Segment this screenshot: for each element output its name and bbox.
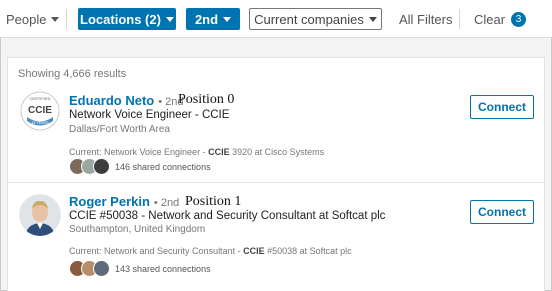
shared-connections[interactable]: 143 shared connections [69,260,211,277]
current-companies-button[interactable]: Current companies [249,8,382,30]
connection-avatar [93,260,110,277]
all-filters-label: All Filters [399,11,453,27]
profile-name-text: Roger Perkin [69,194,150,209]
current-suffix: #50038 at Softcat plc [267,246,352,256]
svg-text:15 YEARS: 15 YEARS [31,121,49,125]
profile-name[interactable]: Roger Perkin • 2nd [69,194,179,209]
current-prefix: Current: Network and Security Consultant… [69,246,241,256]
people-dropdown[interactable]: People [6,8,60,30]
all-filters-button[interactable]: All Filters [399,8,452,30]
profile-headline: CCIE #50038 - Network and Security Consu… [69,210,386,222]
connect-button[interactable]: Connect [470,200,534,224]
results-count: Showing 4,666 results [18,68,127,80]
clear-label: Clear [474,11,506,27]
chevron-down-icon [223,16,232,22]
chevron-down-icon [51,16,60,22]
divider [459,9,460,29]
degree-filter-button[interactable]: 2nd [186,8,240,30]
current-suffix: 3920 at Cisco Systems [232,147,325,157]
locations-label: Locations (2) [80,11,161,27]
ccie-badge-icon: CERTIFIED CCIE 15 YEARS [19,90,61,132]
shared-connections-text: 146 shared connections [115,161,211,172]
connect-button[interactable]: Connect [470,95,534,119]
shared-connections[interactable]: 146 shared connections [69,158,211,175]
profile-location: Dallas/Fort Worth Area [69,124,170,135]
current-position: Current: Network and Security Consultant… [69,246,352,256]
shared-connections-text: 143 shared connections [115,263,211,274]
position-annotation: Position 1 [185,194,242,209]
degree-label: 2nd [194,11,219,27]
people-label: People [6,11,47,27]
clear-count-badge: 3 [511,11,527,27]
profile-photo-icon [19,194,61,236]
position-annotation: Position 0 [178,92,235,107]
profile-headline: Network Voice Engineer - CCIE [69,109,230,121]
profile-name-text: Eduardo Neto [69,93,155,108]
connection-degree: • 2nd [153,197,180,209]
profile-location: Southampton, United Kingdom [69,224,206,235]
current-position: Current: Network Voice Engineer - CCIE 3… [69,147,324,157]
results-panel: Showing 4,666 results CERTIFIED CCIE 15 … [7,57,545,291]
divider [66,9,67,29]
result-item: CERTIFIED CCIE 15 YEARS Eduardo Neto • 2n… [8,85,544,183]
current-highlight: CCIE [208,147,230,157]
result-item: Roger Perkin • 2nd Position 1 CCIE #50038… [8,184,544,291]
connection-avatar [93,158,110,175]
profile-name[interactable]: Eduardo Neto • 2nd [69,93,184,108]
current-highlight: CCIE [243,246,265,256]
avatar[interactable] [19,194,61,236]
avatar[interactable]: CERTIFIED CCIE 15 YEARS [19,90,61,132]
clear-filters-button[interactable]: Clear 3 [474,8,527,30]
current-companies-label: Current companies [254,11,364,27]
filter-bar: People Locations (2) 2nd Current compani… [0,0,552,38]
chevron-down-icon [165,16,174,22]
svg-text:CERTIFIED: CERTIFIED [29,96,50,101]
locations-filter-button[interactable]: Locations (2) [78,8,176,30]
current-prefix: Current: Network Voice Engineer - [69,147,206,157]
svg-text:CCIE: CCIE [28,105,52,116]
chevron-down-icon [368,16,377,22]
